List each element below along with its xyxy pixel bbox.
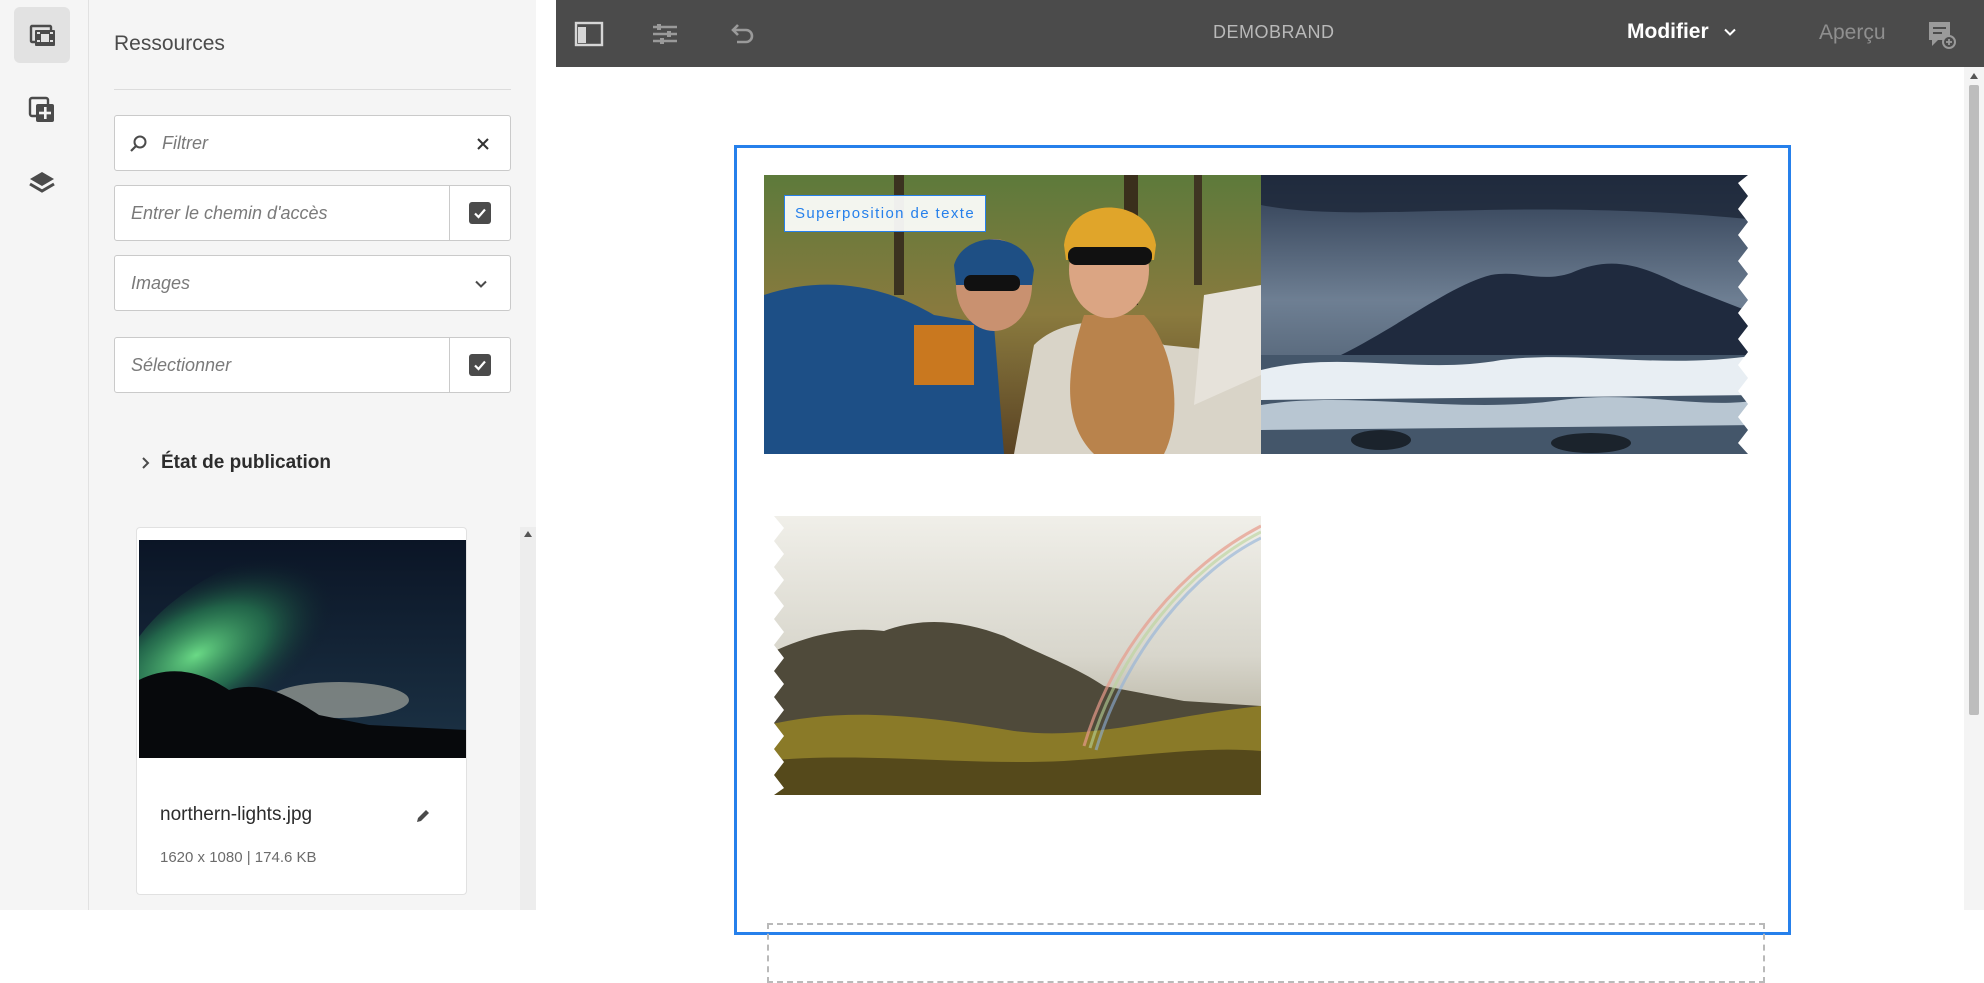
mode-selector[interactable]: Modifier xyxy=(1627,20,1737,44)
annotate-icon[interactable] xyxy=(1926,19,1956,49)
page-canvas: Superposition de texte xyxy=(556,67,1964,983)
select-placeholder: Sélectionner xyxy=(131,355,232,375)
layers-icon xyxy=(29,172,55,193)
scroll-up-arrow[interactable] xyxy=(524,531,532,537)
path-placeholder: Entrer le chemin d'accès xyxy=(131,203,328,223)
side-rail xyxy=(0,0,89,910)
check-icon xyxy=(469,202,491,224)
scroll-up-arrow[interactable] xyxy=(1970,73,1978,79)
chevron-down-icon xyxy=(475,280,487,288)
select-field[interactable]: Sélectionner xyxy=(114,337,511,393)
components-rail-button[interactable] xyxy=(14,82,70,138)
assets-rail-button[interactable] xyxy=(14,7,70,63)
asset-list-scrollbar[interactable] xyxy=(520,527,536,910)
path-picker-button[interactable] xyxy=(449,186,510,240)
asset-list: northern-lights.jpg 1620 x 1080 | 174.6 … xyxy=(136,527,536,910)
clear-icon[interactable] xyxy=(476,137,490,151)
add-component-icon xyxy=(28,96,54,122)
mode-label: Modifier xyxy=(1627,20,1709,43)
asset-name: northern-lights.jpg xyxy=(160,804,313,825)
chevron-down-icon xyxy=(1723,28,1736,36)
asset-type-select[interactable]: Images xyxy=(114,255,511,311)
publication-status-toggle[interactable]: État de publication xyxy=(141,452,331,474)
selected-container[interactable]: Superposition de texte xyxy=(734,145,1791,983)
panel-divider xyxy=(114,89,511,90)
content-tree-rail-button[interactable] xyxy=(14,156,70,212)
asset-meta: 1620 x 1080 | 174.6 KB xyxy=(160,849,317,866)
path-field[interactable]: Entrer le chemin d'accès xyxy=(114,185,511,241)
editor-toolbar: DEMOBRAND Modifier Aperçu xyxy=(556,0,1984,67)
asset-thumbnail[interactable] xyxy=(139,540,466,758)
filter-placeholder: Filtrer xyxy=(162,133,208,153)
search-icon xyxy=(130,135,147,152)
edit-icon[interactable] xyxy=(413,806,433,826)
toggle-side-panel-icon[interactable] xyxy=(574,19,604,49)
panel-title: Ressources xyxy=(114,32,225,55)
canvas-scrollbar[interactable] xyxy=(1964,67,1984,910)
image-rainbow-mountains[interactable] xyxy=(764,516,1261,795)
image-stormy-sea[interactable] xyxy=(1261,175,1758,454)
select-picker-button[interactable] xyxy=(449,338,510,392)
asset-type-value: Images xyxy=(131,273,191,293)
canvas-scrollbar-thumb[interactable] xyxy=(1969,85,1979,715)
drag-components-placeholder[interactable] xyxy=(767,923,1765,983)
undo-icon[interactable] xyxy=(725,19,755,49)
publication-status-label: État de publication xyxy=(161,452,331,473)
asset-card[interactable]: northern-lights.jpg 1620 x 1080 | 174.6 … xyxy=(136,527,467,895)
assets-panel: Ressources Filtrer Entrer le chemin d'ac… xyxy=(89,0,645,910)
page-properties-icon[interactable] xyxy=(650,19,680,49)
preview-button[interactable]: Aperçu xyxy=(1819,21,1886,45)
image-friends-selfie[interactable]: Superposition de texte xyxy=(764,175,1261,454)
filter-input[interactable]: Filtrer xyxy=(114,115,511,171)
page-title: DEMOBRAND xyxy=(1213,22,1335,42)
chevron-right-icon xyxy=(142,457,150,469)
check-icon xyxy=(469,354,491,376)
text-overlay[interactable]: Superposition de texte xyxy=(784,195,987,232)
film-image-icon xyxy=(29,24,55,46)
